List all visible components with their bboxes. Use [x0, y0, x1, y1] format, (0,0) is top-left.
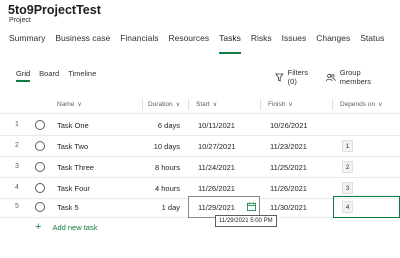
row-number: 5 [15, 203, 19, 210]
task-start[interactable]: 11/24/2021 [198, 163, 235, 172]
table-row[interactable]: 3 Task Three 8 hours 11/24/2021 11/25/20… [0, 157, 400, 178]
group-members-button[interactable]: Group members [326, 68, 392, 86]
project-title: 5to9ProjectTest [8, 3, 101, 17]
chevron-down-icon: ∨ [175, 102, 180, 108]
task-duration[interactable]: 4 hours [155, 184, 180, 193]
task-name[interactable]: Task Three [57, 163, 94, 172]
view-tab-timeline[interactable]: Timeline [68, 69, 96, 78]
row-complete-radio[interactable] [35, 202, 45, 212]
filter-icon [275, 73, 284, 82]
tab-tasks[interactable]: Tasks [219, 33, 241, 54]
project-subtitle: Project [9, 17, 31, 24]
view-tab-board[interactable]: Board [39, 69, 59, 78]
row-number: 2 [15, 142, 19, 149]
row-complete-radio[interactable] [35, 141, 45, 151]
dependency-badge[interactable]: 3 [342, 182, 353, 194]
add-new-task-button[interactable]: + Add new task [35, 221, 98, 233]
column-duration-label: Duration [148, 101, 173, 108]
column-name-label: Name [57, 101, 75, 108]
column-header-duration[interactable]: Duration ∨ [148, 101, 180, 108]
dependency-badge[interactable]: 1 [342, 140, 353, 152]
row-number: 3 [15, 163, 19, 170]
column-start-label: Start [196, 101, 210, 108]
column-header-depends-on[interactable]: Depends on ∨ [340, 101, 382, 108]
table-row[interactable]: 5 Task 5 1 day 11/29/2021 11/30/2021 4 [0, 196, 400, 218]
task-start[interactable]: 11/26/2021 [198, 184, 235, 193]
task-name[interactable]: Task Four [57, 184, 90, 193]
dependency-badge[interactable]: 4 [342, 201, 353, 213]
add-new-task-label: Add new task [52, 222, 98, 232]
view-tab-grid[interactable]: Grid [16, 69, 31, 82]
task-duration[interactable]: 1 day [162, 203, 180, 212]
filters-label: Filters (0) [287, 68, 309, 86]
dependency-badge[interactable]: 2 [342, 161, 353, 173]
task-finish[interactable]: 11/30/2021 [270, 203, 307, 212]
task-start[interactable]: 10/27/2021 [198, 142, 236, 151]
column-header-start[interactable]: Start ∨ [196, 101, 217, 108]
column-divider[interactable] [260, 99, 261, 110]
tab-risks[interactable]: Risks [251, 33, 272, 49]
grid-header: Name ∨ Duration ∨ Start ∨ Finish ∨ Depends o… [0, 96, 400, 114]
table-row[interactable]: 1 Task One 6 days 10/11/2021 10/26/2021 [0, 115, 400, 136]
tab-business-case[interactable]: Business case [55, 33, 110, 49]
task-finish[interactable]: 10/26/2021 [270, 121, 308, 130]
column-finish-label: Finish [268, 101, 286, 108]
view-tab-bar: Grid Board Timeline [16, 69, 105, 82]
task-start[interactable]: 10/11/2021 [198, 121, 235, 130]
plus-icon: + [35, 221, 42, 233]
column-header-finish[interactable]: Finish ∨ [268, 101, 293, 108]
task-duration[interactable]: 6 days [158, 121, 180, 130]
row-number: 4 [15, 184, 19, 191]
task-duration[interactable]: 10 days [154, 142, 180, 151]
column-divider[interactable] [332, 99, 333, 110]
chevron-down-icon: ∨ [212, 102, 218, 108]
row-number: 1 [15, 121, 19, 128]
column-divider[interactable] [142, 99, 143, 110]
task-finish[interactable]: 11/25/2021 [270, 163, 307, 172]
task-duration[interactable]: 8 hours [155, 163, 180, 172]
chevron-down-icon: ∨ [378, 102, 383, 108]
project-tab-bar: Summary Business case Financials Resourc… [9, 33, 394, 54]
chevron-down-icon: ∨ [77, 102, 82, 108]
column-depends-on-label: Depends on [340, 101, 376, 108]
task-finish[interactable]: 11/23/2021 [270, 142, 307, 151]
filters-button[interactable]: Filters (0) [275, 68, 318, 86]
column-divider[interactable] [188, 99, 189, 110]
calendar-icon[interactable] [247, 202, 256, 211]
tab-financials[interactable]: Financials [120, 33, 158, 49]
task-finish[interactable]: 11/26/2021 [270, 184, 307, 193]
tab-status[interactable]: Status [360, 33, 384, 49]
people-icon [326, 73, 336, 81]
task-name[interactable]: Task 5 [57, 203, 79, 212]
date-tooltip: 11/29/2021 5:00 PM [215, 215, 277, 227]
grid-toolbar: Filters (0) Group members [275, 68, 400, 86]
row-complete-radio[interactable] [35, 183, 45, 193]
table-row[interactable]: 2 Task Two 10 days 10/27/2021 11/23/2021… [0, 136, 400, 157]
column-header-name[interactable]: Name ∨ [57, 101, 82, 108]
tab-summary[interactable]: Summary [9, 33, 45, 49]
row-complete-radio[interactable] [35, 120, 45, 130]
task-name[interactable]: Task One [57, 121, 89, 130]
tab-changes[interactable]: Changes [316, 33, 350, 49]
task-name[interactable]: Task Two [57, 142, 88, 151]
row-complete-radio[interactable] [35, 162, 45, 172]
start-date-input[interactable]: 11/29/2021 [198, 203, 235, 212]
tab-issues[interactable]: Issues [282, 33, 307, 49]
tab-resources[interactable]: Resources [168, 33, 209, 49]
chevron-down-icon: ∨ [288, 102, 293, 108]
group-members-label: Group members [339, 68, 372, 86]
